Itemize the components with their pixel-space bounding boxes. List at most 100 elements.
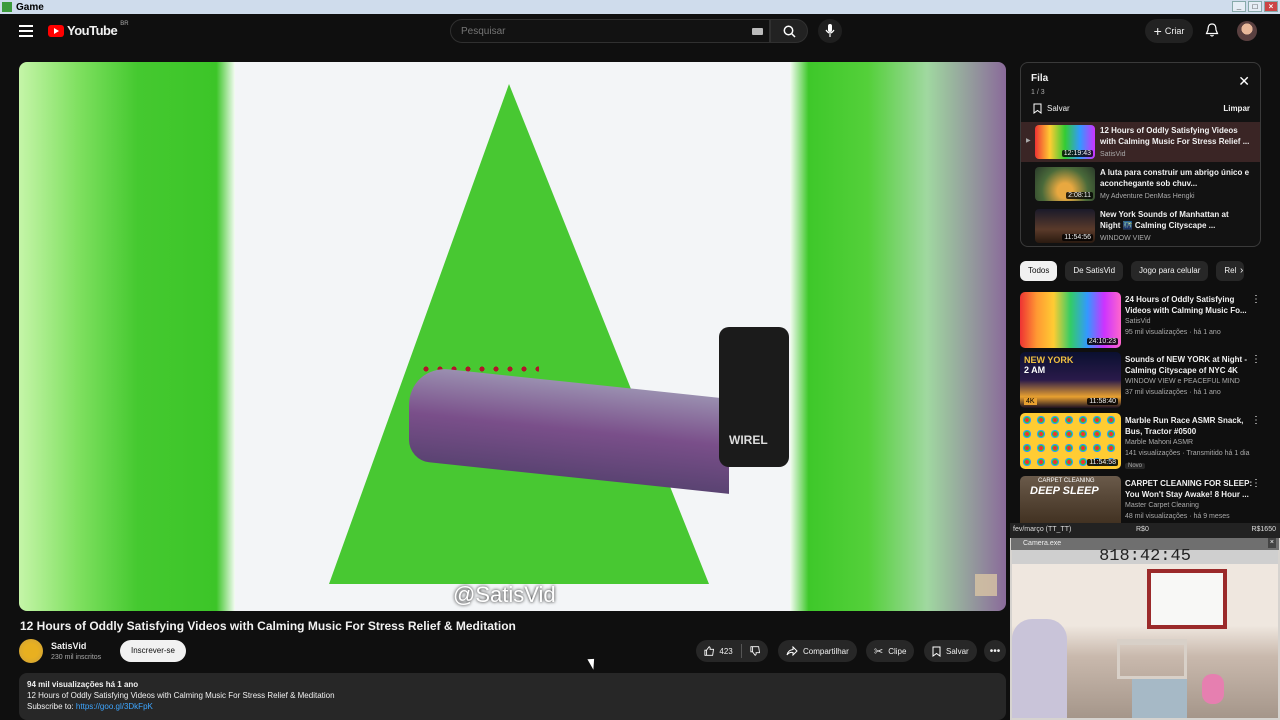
more-vertical-icon[interactable]: ⋮ bbox=[1251, 478, 1261, 489]
clip-button[interactable]: ✂ Clipe bbox=[866, 640, 915, 662]
queue-panel: Fila 1 / 3 ✕ Salvar Limpar ▶ 12:19:43 12… bbox=[1020, 62, 1261, 247]
channel-branding-icon[interactable] bbox=[975, 574, 997, 596]
recommendation-title: CARPET CLEANING FOR SLEEP: You Won't Sta… bbox=[1125, 479, 1253, 499]
recommendation-meta: 48 mil visualizações · há 9 meses bbox=[1125, 513, 1230, 520]
save-button[interactable]: Salvar bbox=[924, 640, 977, 662]
like-count[interactable]: 423 bbox=[719, 647, 732, 656]
chip-from-channel[interactable]: De SatisVid bbox=[1065, 261, 1124, 281]
youtube-play-icon bbox=[48, 24, 64, 37]
queue-item-title: New York Sounds of Manhattan at Night 🌃 … bbox=[1100, 210, 1229, 230]
recommendation-item[interactable]: 11:54:58 Marble Run Race ASMR Snack, Bus… bbox=[1020, 413, 1265, 469]
channel-name[interactable]: SatisVid bbox=[51, 641, 86, 651]
recommendation-channel: WINDOW VIEW e PEACEFUL MIND bbox=[1125, 378, 1240, 385]
save-label: Salvar bbox=[946, 646, 969, 656]
chevron-right-icon[interactable]: › bbox=[1240, 265, 1243, 276]
channel-avatar[interactable] bbox=[19, 639, 43, 663]
queue-item-channel: SatisVid bbox=[1100, 151, 1126, 158]
room-box bbox=[1132, 679, 1187, 718]
search-button[interactable] bbox=[770, 19, 808, 43]
queue-item-channel: WINDOW VIEW bbox=[1100, 235, 1151, 242]
overlay-label-mid: R$0 bbox=[1136, 526, 1149, 533]
user-avatar[interactable] bbox=[1237, 21, 1257, 41]
queue-save-button[interactable]: Salvar bbox=[1033, 103, 1070, 114]
description-box[interactable]: 94 mil visualizações há 1 ano 12 Hours o… bbox=[19, 673, 1006, 720]
queue-thumbnail: 12:19:43 bbox=[1035, 125, 1095, 159]
share-label: Compartilhar bbox=[803, 646, 849, 656]
recommendation-title: Sounds of NEW YORK at Night - Calming Ci… bbox=[1125, 355, 1248, 375]
new-badge: Novo bbox=[1125, 463, 1146, 469]
duration: 2:08:11 bbox=[1066, 192, 1093, 199]
queue-item-title: 12 Hours of Oddly Satisfying Videos with… bbox=[1100, 126, 1250, 146]
recommendation-thumbnail: 11:54:58 bbox=[1020, 413, 1121, 469]
overlay-progress-bar: fev/março (TT_TT) R$0 R$1650 bbox=[1010, 523, 1280, 538]
dislike-icon[interactable] bbox=[750, 645, 760, 657]
duration: 11:58:40 bbox=[1087, 398, 1118, 405]
duration: 12:19:43 bbox=[1061, 150, 1093, 157]
chip-mobile-game[interactable]: Jogo para celular bbox=[1131, 261, 1209, 281]
clip-label: Clipe bbox=[888, 646, 907, 656]
keyboard-icon[interactable] bbox=[752, 28, 763, 35]
subscriber-count: 230 mil inscritos bbox=[51, 654, 102, 661]
subscribe-prefix: Subscribe to: bbox=[27, 702, 76, 711]
more-vertical-icon[interactable]: ⋮ bbox=[1251, 415, 1261, 426]
recommendation-thumbnail: NEW YORK 2 AM 4K 11:58:40 bbox=[1020, 352, 1121, 408]
window-titlebar: Game _ □ × bbox=[0, 0, 1280, 14]
share-button[interactable]: Compartilhar bbox=[778, 640, 857, 662]
video-title: 12 Hours of Oddly Satisfying Videos with… bbox=[20, 619, 516, 633]
queue-item[interactable]: ▶ 12:19:43 12 Hours of Oddly Satisfying … bbox=[1021, 122, 1260, 162]
window-controls: _ □ × bbox=[1232, 1, 1278, 12]
camera-window-title: Camera.exe bbox=[1023, 540, 1062, 547]
more-horizontal-icon: ••• bbox=[989, 645, 1001, 657]
overlay-label-right: R$1650 bbox=[1251, 526, 1276, 533]
more-vertical-icon[interactable]: ⋮ bbox=[1251, 354, 1261, 365]
youtube-logo[interactable]: YouTube BR bbox=[48, 20, 129, 38]
create-button[interactable]: + Criar bbox=[1145, 19, 1193, 43]
stream-timer: 818:42:45 bbox=[1012, 548, 1278, 565]
close-icon[interactable]: ✕ bbox=[1238, 73, 1250, 90]
recommendation-item[interactable]: NEW YORK 2 AM 4K 11:58:40 Sounds of NEW … bbox=[1020, 352, 1265, 408]
close-window-button[interactable]: × bbox=[1264, 1, 1278, 12]
maximize-button[interactable]: □ bbox=[1248, 1, 1262, 12]
recommendation-thumbnail: 24:10:23 bbox=[1020, 292, 1121, 348]
minimize-button[interactable]: _ bbox=[1232, 1, 1246, 12]
like-icon[interactable] bbox=[704, 645, 715, 657]
more-actions-button[interactable]: ••• bbox=[984, 640, 1006, 662]
thumb-text: 2 AM bbox=[1024, 365, 1046, 375]
recommendation-item[interactable]: 24:10:23 24 Hours of Oddly Satisfying Vi… bbox=[1020, 292, 1265, 348]
subscribe-button[interactable]: Inscrever-se bbox=[120, 640, 186, 662]
views-and-date: 94 mil visualizações há 1 ano bbox=[27, 680, 139, 689]
queue-clear-button[interactable]: Limpar bbox=[1223, 104, 1250, 113]
queue-thumbnail: 11:54:56 bbox=[1035, 209, 1095, 243]
search-input[interactable] bbox=[461, 25, 741, 37]
queue-count: 1 / 3 bbox=[1031, 89, 1045, 96]
chip-all[interactable]: Todos bbox=[1020, 261, 1058, 281]
more-vertical-icon[interactable]: ⋮ bbox=[1251, 294, 1261, 305]
recommendation-meta: 141 visualizações · Transmitido há 1 dia bbox=[1125, 450, 1250, 457]
thumb-text: DEEP SLEEP bbox=[1030, 485, 1099, 497]
room-table bbox=[1117, 639, 1187, 679]
country-code: BR bbox=[120, 20, 129, 27]
overlay-label-left: fev/março (TT_TT) bbox=[1013, 526, 1072, 533]
search-icon bbox=[783, 25, 796, 38]
queue-title: Fila bbox=[1031, 73, 1049, 84]
queue-item[interactable]: 11:54:56 New York Sounds of Manhattan at… bbox=[1021, 206, 1260, 246]
like-dislike-group: 423 bbox=[696, 640, 768, 662]
camera-close-button[interactable]: × bbox=[1267, 538, 1276, 548]
video-player[interactable]: WIREL @SatisVid bbox=[19, 62, 1006, 611]
share-icon bbox=[786, 646, 798, 656]
device-text: WIREL bbox=[729, 433, 768, 447]
duration: 11:54:56 bbox=[1062, 234, 1093, 241]
voice-search-button[interactable] bbox=[818, 19, 842, 43]
webcam-feed bbox=[1012, 564, 1278, 718]
room-window bbox=[1147, 569, 1227, 629]
queue-item[interactable]: 2:08:11 A luta para construir um abrigo … bbox=[1021, 164, 1260, 204]
queue-thumbnail: 2:08:11 bbox=[1035, 167, 1095, 201]
menu-icon[interactable] bbox=[19, 25, 33, 37]
recommendation-channel: Master Carpet Cleaning bbox=[1125, 502, 1199, 509]
search-box[interactable] bbox=[450, 19, 770, 43]
thumb-text: CARPET CLEANING bbox=[1038, 478, 1095, 484]
description-subscribe-line: Subscribe to: https://goo.gl/3DkFpK bbox=[27, 701, 998, 712]
notifications-bell-icon[interactable] bbox=[1205, 23, 1219, 38]
duration: 24:10:23 bbox=[1086, 338, 1118, 345]
subscribe-link[interactable]: https://goo.gl/3DkFpK bbox=[76, 702, 153, 711]
